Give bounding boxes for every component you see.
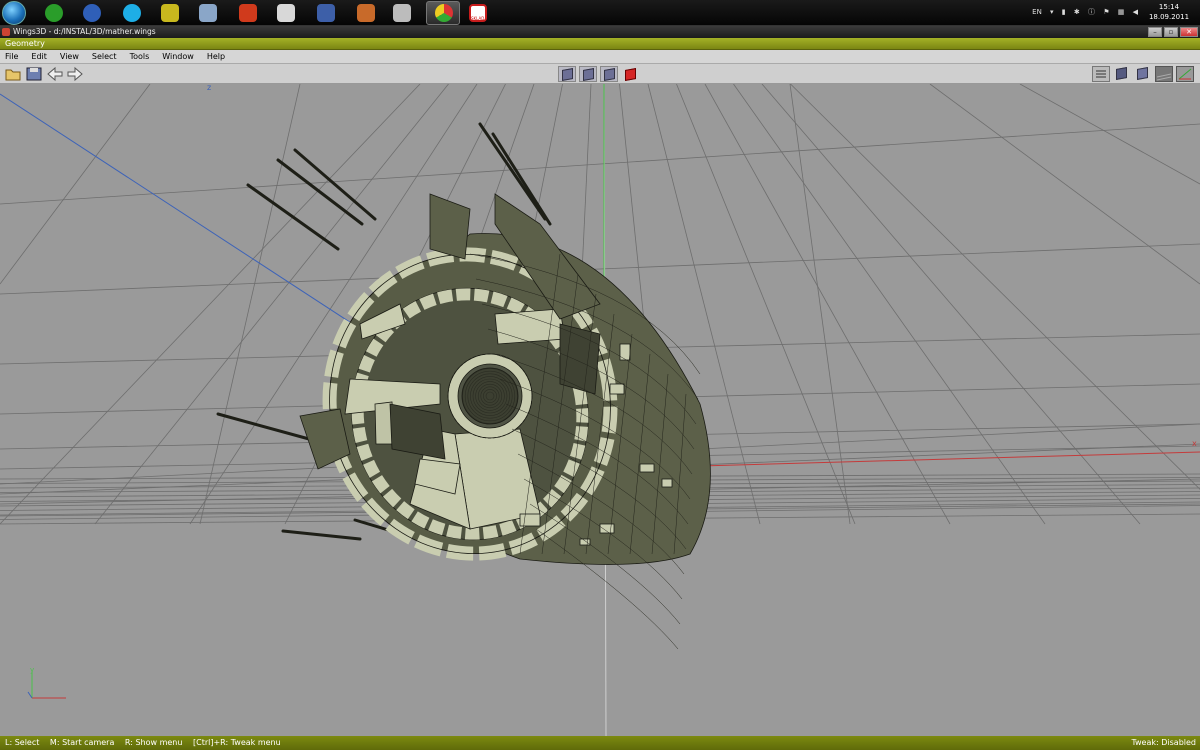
floppy-save-glyph: [317, 4, 335, 22]
save-icon[interactable]: [25, 66, 43, 82]
taskbar-skype-icon[interactable]: [120, 2, 144, 24]
wings-icon-text: SKLAD: [471, 16, 485, 21]
taskbar-alien-skull-icon[interactable]: [390, 2, 414, 24]
wireframe-toggle-icon[interactable]: [1092, 66, 1110, 82]
perspective-cube-icon: [1137, 67, 1148, 80]
window-titlebar[interactable]: Wings3D - d:/INSTAL/3D/mather.wings – ▫ …: [0, 26, 1200, 38]
window-title: Wings3D - d:/INSTAL/3D/mather.wings: [13, 27, 156, 36]
speaker-glyph: [277, 4, 295, 22]
wings3d-glyph: SKLAD: [469, 4, 487, 22]
alien-skull-glyph: [393, 4, 411, 22]
vertex-select-mode-button[interactable]: [558, 66, 576, 82]
redo-arrow-icon[interactable]: [66, 66, 84, 82]
geometry-window-header[interactable]: Geometry: [0, 38, 1200, 50]
3d-model-mesh: [299, 193, 711, 650]
taskbar-google-earth-icon[interactable]: [80, 2, 104, 24]
menu-tools[interactable]: Tools: [128, 50, 157, 63]
perspective-icon[interactable]: [1134, 66, 1152, 82]
taskbar-puzzle-icon[interactable]: [158, 2, 182, 24]
clock-time: 15:14: [1158, 3, 1180, 11]
wings3d-app-icon: [2, 28, 10, 36]
pencil-tool-glyph: [199, 4, 217, 22]
tray-flag-icon[interactable]: ⚑: [1103, 8, 1109, 16]
status-bar: L: Select M: Start camera R: Show menu […: [0, 736, 1200, 750]
smooth-preview-icon[interactable]: [1113, 66, 1131, 82]
menu-window[interactable]: Window: [160, 50, 201, 63]
menu-select[interactable]: Select: [90, 50, 124, 63]
minimize-button[interactable]: –: [1148, 27, 1162, 37]
open-folder-icon[interactable]: [4, 66, 22, 82]
taskbar-chrome-icon[interactable]: [426, 1, 460, 25]
taskbar-ccleaner-icon[interactable]: [236, 2, 260, 24]
clock-date: 18.09.2011: [1148, 13, 1190, 21]
menu-bar: File Edit View Select Tools Window Help: [0, 50, 1200, 64]
windows-start-button[interactable]: [2, 1, 26, 25]
taskbar-utorrent-icon[interactable]: [42, 2, 66, 24]
menu-view[interactable]: View: [58, 50, 86, 63]
tray-brightness-icon[interactable]: ✱: [1074, 8, 1080, 16]
3d-viewport[interactable]: z x y: [0, 84, 1200, 736]
tray-usb-icon[interactable]: ▮: [1062, 8, 1066, 16]
z-axis-label: z: [207, 84, 211, 92]
face-cube-icon: [604, 68, 615, 81]
taskbar-rocket-icon[interactable]: [354, 2, 378, 24]
tray-arrow-icon[interactable]: ▾: [1050, 8, 1054, 16]
menu-file[interactable]: File: [3, 50, 25, 63]
x-axis-label: x: [1192, 439, 1197, 448]
utorrent-glyph: [45, 4, 63, 22]
hint-left-select: L: Select: [5, 738, 40, 747]
taskbar-clock[interactable]: 15:14 18.09.2011: [1144, 2, 1194, 22]
taskbar-floppy-save-icon[interactable]: [314, 2, 338, 24]
google-earth-glyph: [83, 4, 101, 22]
edge-cube-icon: [583, 68, 594, 81]
edge-select-mode-button[interactable]: [579, 66, 597, 82]
taskbar-wings3d-icon[interactable]: SKLAD: [466, 2, 490, 24]
face-select-mode-button[interactable]: [600, 66, 618, 82]
language-indicator[interactable]: EN: [1032, 8, 1042, 16]
body-cube-icon: [625, 68, 636, 81]
system-tray: EN ▾ ▮ ✱ ⓘ ⚑ ▦ ◀: [1032, 7, 1144, 17]
windows-taskbar: SKLAD EN ▾ ▮ ✱ ⓘ ⚑ ▦ ◀ 15:14 18.09.2011: [0, 0, 1200, 26]
chrome-glyph: [435, 4, 453, 22]
close-button[interactable]: ✕: [1180, 27, 1198, 37]
taskbar-pencil-tool-icon[interactable]: [196, 2, 220, 24]
hint-middle-camera: M: Start camera: [49, 738, 115, 747]
skype-glyph: [123, 4, 141, 22]
mini-axis-y-label: y: [30, 666, 34, 674]
groundplane-toggle-icon[interactable]: [1155, 66, 1173, 82]
vertex-cube-icon: [562, 68, 573, 81]
hint-ctrl-tweak: [Ctrl]+R: Tweak menu: [193, 738, 281, 747]
tweak-status[interactable]: Tweak: Disabled: [1131, 738, 1196, 747]
tray-info-icon[interactable]: ⓘ: [1088, 8, 1095, 16]
body-select-mode-button[interactable]: [621, 66, 639, 82]
undo-arrow-icon[interactable]: [46, 66, 64, 82]
geometry-label: Geometry: [5, 39, 45, 48]
puzzle-glyph: [161, 4, 179, 22]
tray-volume-icon[interactable]: ◀: [1133, 8, 1138, 16]
rocket-glyph: [357, 4, 375, 22]
mini-axis-indicator: y: [27, 666, 66, 699]
smooth-cube-icon: [1116, 67, 1127, 80]
menu-help[interactable]: Help: [205, 50, 232, 63]
menu-edit[interactable]: Edit: [29, 50, 54, 63]
toolbar: [0, 64, 1200, 84]
taskbar-speaker-icon[interactable]: [274, 2, 298, 24]
hint-right-menu: R: Show menu: [124, 738, 183, 747]
tray-network-icon[interactable]: ▦: [1118, 8, 1125, 16]
viewport-scene: z x y: [0, 84, 1200, 736]
maximize-button[interactable]: ▫: [1164, 27, 1178, 37]
ccleaner-glyph: [239, 4, 257, 22]
axes-toggle-icon[interactable]: [1176, 66, 1194, 82]
